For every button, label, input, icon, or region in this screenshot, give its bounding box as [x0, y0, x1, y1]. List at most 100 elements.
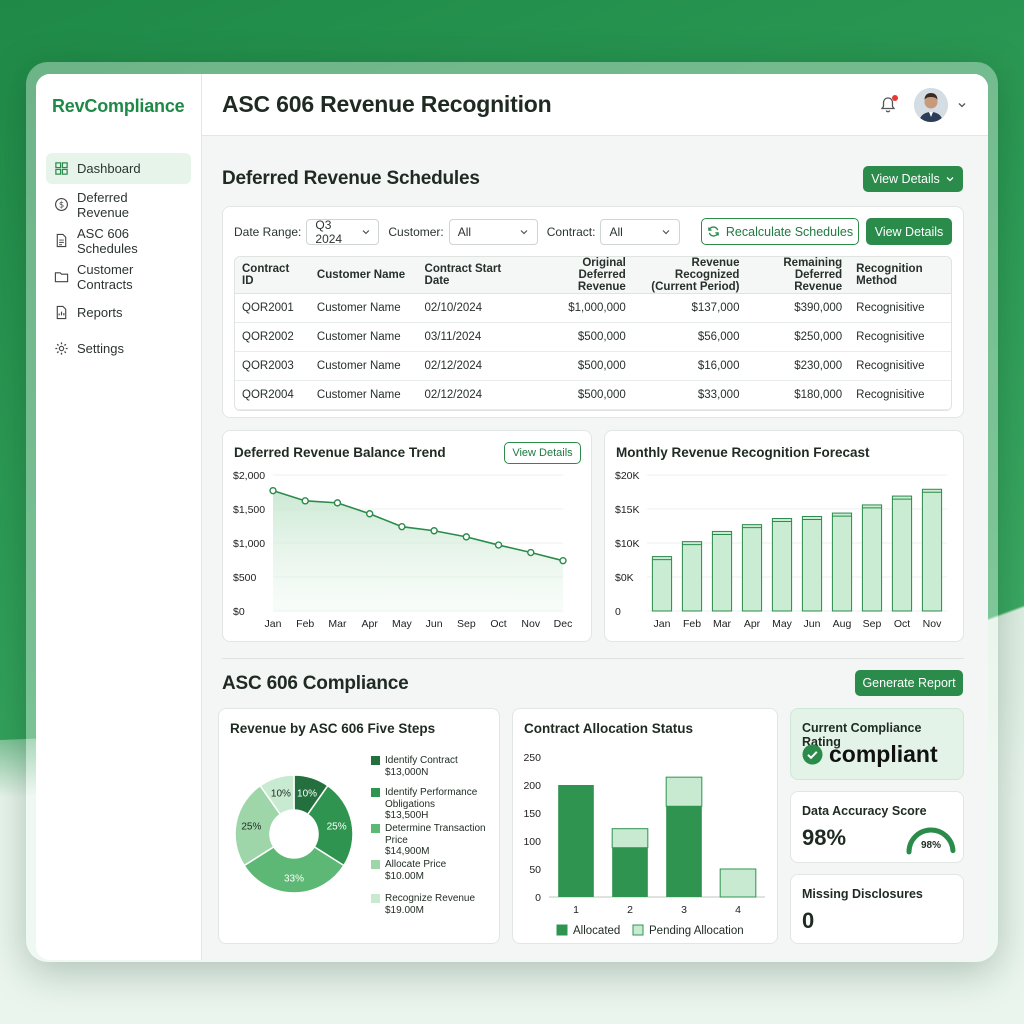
legend-value: $13,500H	[385, 810, 429, 821]
contract-select[interactable]: All	[600, 219, 681, 245]
table-cell: 02/12/2024	[417, 380, 530, 410]
column-header[interactable]: Recognition Method	[849, 257, 951, 294]
x-tick-label: 3	[681, 904, 687, 916]
sidebar-item-label: Reports	[77, 305, 123, 320]
table-row[interactable]: QOR2002 Customer Name 03/11/2024 $500,000 $5…	[235, 322, 951, 352]
five-steps-donut-chart: 10% 25% 33% 25% 10%	[234, 774, 354, 894]
customer-select[interactable]: All	[448, 219, 538, 245]
chevron-down-icon	[520, 230, 528, 235]
forecast-bar[interactable]	[891, 495, 913, 612]
grid-icon	[55, 162, 68, 175]
sidebar-item-label: Customer Contracts	[77, 261, 134, 292]
allocation-bar-pending[interactable]	[665, 776, 703, 807]
sidebar-item-label: Deferred Revenue	[77, 189, 130, 220]
trend-point[interactable]	[462, 533, 471, 541]
forecast-bar[interactable]	[771, 518, 793, 612]
x-tick-label: Sep	[457, 618, 476, 630]
forecast-bar[interactable]	[741, 524, 763, 612]
forecast-bar[interactable]	[831, 512, 853, 612]
trend-point[interactable]	[559, 556, 567, 565]
y-tick-label: $0K	[615, 572, 634, 584]
legend-swatch	[632, 924, 644, 936]
sidebar-item-reports[interactable]: Reports	[46, 297, 191, 328]
slice-label: 10%	[297, 789, 317, 800]
forecast-bar[interactable]	[681, 541, 703, 612]
chevron-down-icon	[663, 230, 670, 235]
column-header[interactable]: Remaining Deferred Revenue	[746, 257, 850, 294]
legend-swatch	[371, 824, 380, 833]
allocation-bar-allocated[interactable]	[612, 847, 648, 897]
missing-disclosures-label: Missing Disclosures	[802, 887, 923, 901]
trend-point[interactable]	[430, 527, 438, 535]
x-tick-label: 4	[735, 904, 741, 916]
table-cell: $500,000	[529, 322, 633, 352]
x-tick-label: Feb	[296, 618, 314, 630]
top-bar: ASC 606 Revenue Recognition	[202, 74, 988, 136]
trend-point[interactable]	[269, 486, 277, 495]
forecast-bar[interactable]	[801, 515, 823, 612]
app-window: RevCompliance Dashboard $ Deferred Revenue…	[36, 74, 988, 960]
allocation-bar-pending[interactable]	[611, 828, 649, 849]
x-tick-label: Jun	[804, 618, 821, 630]
brand-logo[interactable]: RevCompliance	[52, 96, 191, 117]
trend-point[interactable]	[398, 522, 406, 531]
y-tick-label: $0	[233, 606, 245, 618]
allocation-title: Contract Allocation Status	[524, 721, 694, 736]
table-row[interactable]: QOR2004 Customer Name 02/12/2024 $500,000 $3…	[235, 380, 951, 410]
sidebar-item-settings[interactable]: Settings	[46, 333, 191, 364]
trend-point[interactable]	[527, 548, 535, 557]
allocation-bar-allocated[interactable]	[558, 785, 594, 897]
generate-report-button[interactable]: Generate Report	[855, 670, 963, 696]
allocation-bar-allocated[interactable]	[666, 806, 702, 897]
schedules-table-wrap: Contract ID Customer Name Contract Start D…	[234, 256, 952, 411]
x-tick-label: Mar	[713, 618, 732, 630]
trend-point[interactable]	[333, 499, 342, 507]
legend-swatch	[371, 788, 380, 797]
legend-item: Determine Transaction Price $14,900M	[371, 823, 505, 858]
table-cell: 03/11/2024	[417, 322, 530, 352]
x-tick-label: Jan	[654, 618, 671, 630]
view-details-button[interactable]: View Details	[863, 166, 963, 192]
sidebar-item-customer-contracts[interactable]: Customer Contracts	[46, 261, 191, 292]
y-tick-label: 250	[523, 752, 541, 764]
table-row[interactable]: QOR2001 Customer Name 02/10/2024 $1,000,000…	[235, 293, 951, 323]
date-range-select[interactable]: Q3 2024	[306, 218, 380, 246]
trend-point[interactable]	[494, 541, 503, 549]
chevron-down-icon[interactable]	[956, 99, 968, 111]
table-cell: $500,000	[529, 380, 633, 410]
report-icon	[56, 305, 67, 320]
trend-point[interactable]	[301, 497, 309, 505]
y-tick-label: $1,500	[233, 504, 265, 516]
y-tick-label: $10K	[615, 538, 640, 550]
legend-swatch	[556, 924, 568, 936]
sidebar-item-asc-606-schedules[interactable]: ASC 606 Schedules	[46, 225, 191, 256]
column-header[interactable]: Contract ID	[235, 257, 310, 294]
trend-point[interactable]	[365, 510, 374, 518]
notification-bell-icon[interactable]	[878, 94, 898, 115]
sidebar-item-deferred-revenue[interactable]: $ Deferred Revenue	[46, 189, 191, 220]
allocation-bar-pending[interactable]	[719, 868, 757, 898]
sidebar-item-label: ASC 606 Schedules	[77, 225, 138, 256]
y-tick-label: 0	[535, 892, 541, 904]
forecast-bar[interactable]	[711, 530, 733, 612]
accuracy-value: 98%	[802, 825, 847, 850]
sidebar-nav: Dashboard $ Deferred Revenue ASC 606 Schedu…	[46, 153, 191, 364]
column-header[interactable]: Contract Start Date	[417, 257, 530, 294]
schedules-table: Contract ID Customer Name Contract Start D…	[235, 257, 951, 410]
view-details-button-2[interactable]: View Details	[866, 218, 952, 245]
forecast-bar[interactable]	[861, 504, 883, 612]
table-row[interactable]: QOR2003 Customer Name 02/12/2024 $500,000 $1…	[235, 351, 951, 381]
forecast-bar[interactable]	[921, 488, 943, 612]
filter-bar: Date Range: Q3 2024 Customer: All Contra…	[234, 218, 681, 246]
table-cell: $390,000	[746, 293, 850, 323]
column-header[interactable]: Original Deferred Revenue	[529, 257, 633, 294]
sidebar-item-dashboard[interactable]: Dashboard	[46, 153, 191, 184]
column-header[interactable]: Revenue Recognized (Current Period)	[632, 257, 747, 294]
compliance-rating-card: Current Compliance Rating compliant	[790, 708, 964, 780]
column-header[interactable]: Customer Name	[309, 257, 418, 294]
y-tick-label: 0	[615, 606, 621, 618]
recalculate-schedules-button[interactable]: Recalculate Schedules	[701, 218, 859, 245]
forecast-bar[interactable]	[651, 556, 673, 612]
sidebar-item-label: Dashboard	[77, 161, 141, 176]
user-avatar[interactable]	[914, 87, 948, 122]
